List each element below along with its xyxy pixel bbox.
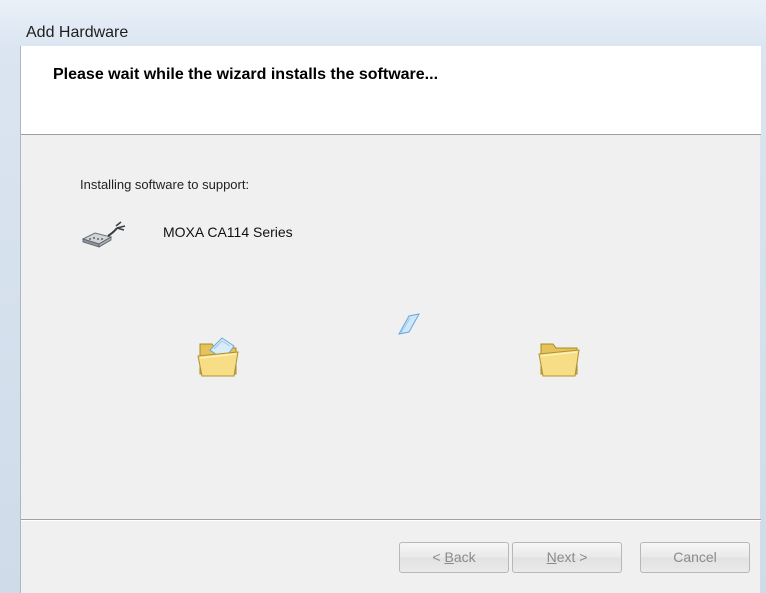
back-button[interactable]: < Back [399, 542, 509, 573]
back-button-rest: ack [453, 549, 476, 565]
wizard-header: Please wait while the wizard installs th… [21, 46, 761, 135]
footer-separator [21, 519, 761, 521]
wizard-client-area: Please wait while the wizard installs th… [20, 46, 761, 593]
back-button-prefix: < [432, 549, 445, 565]
serial-port-icon [81, 221, 126, 248]
title-bar[interactable]: Add Hardware [0, 0, 766, 46]
next-button[interactable]: Next > [512, 542, 622, 573]
device-name: MOXA CA114 Series [163, 224, 293, 240]
folder-icon [538, 343, 580, 377]
add-hardware-window: Add Hardware Please wait while the wizar… [0, 0, 766, 593]
next-button-rest: ext > [556, 549, 588, 565]
window-frame-left [0, 46, 20, 593]
window-title: Add Hardware [26, 24, 129, 41]
open-folder-icon [197, 337, 239, 377]
flying-paper-icon [398, 313, 420, 335]
cancel-button[interactable]: Cancel [640, 542, 750, 573]
next-button-accelerator: N [546, 549, 557, 565]
wizard-heading: Please wait while the wizard installs th… [53, 66, 439, 83]
back-button-accelerator: B [444, 549, 454, 565]
installing-label: Installing software to support: [80, 177, 250, 192]
